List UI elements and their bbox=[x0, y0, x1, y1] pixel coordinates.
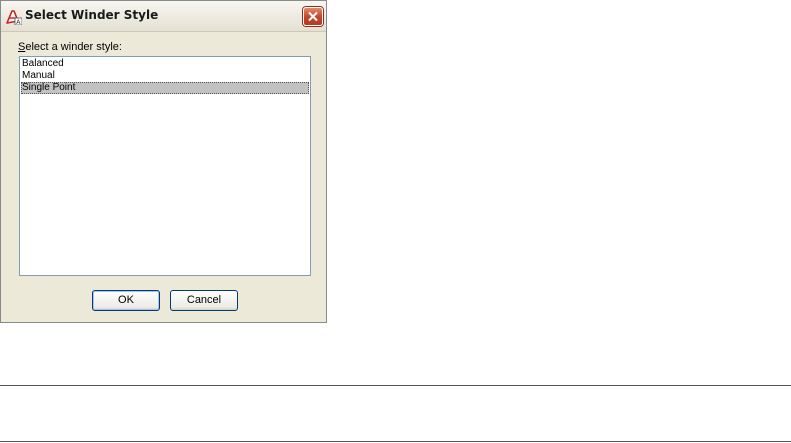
page: A Select Winder Style Select a winder st… bbox=[0, 0, 791, 443]
list-item-balanced[interactable]: Balanced bbox=[21, 58, 309, 70]
ok-button[interactable]: OK bbox=[92, 290, 160, 311]
dialog-title: Select Winder Style bbox=[25, 8, 159, 22]
winder-style-label-text: elect a winder style: bbox=[25, 41, 122, 53]
winder-style-listbox[interactable]: Balanced Manual Single Point bbox=[19, 56, 311, 276]
list-item-manual[interactable]: Manual bbox=[21, 70, 309, 82]
select-winder-style-dialog: A Select Winder Style Select a winder st… bbox=[0, 0, 327, 323]
list-item-single-point[interactable]: Single Point bbox=[21, 82, 309, 94]
cancel-button[interactable]: Cancel bbox=[170, 290, 238, 311]
horizontal-divider-bottom bbox=[0, 441, 791, 442]
close-button[interactable] bbox=[303, 7, 323, 26]
autocad-app-icon: A bbox=[6, 9, 23, 26]
close-icon bbox=[308, 11, 318, 22]
title-bar[interactable]: A Select Winder Style bbox=[1, 1, 326, 32]
winder-style-label: Select a winder style: bbox=[18, 41, 122, 53]
horizontal-divider-top bbox=[0, 385, 791, 386]
